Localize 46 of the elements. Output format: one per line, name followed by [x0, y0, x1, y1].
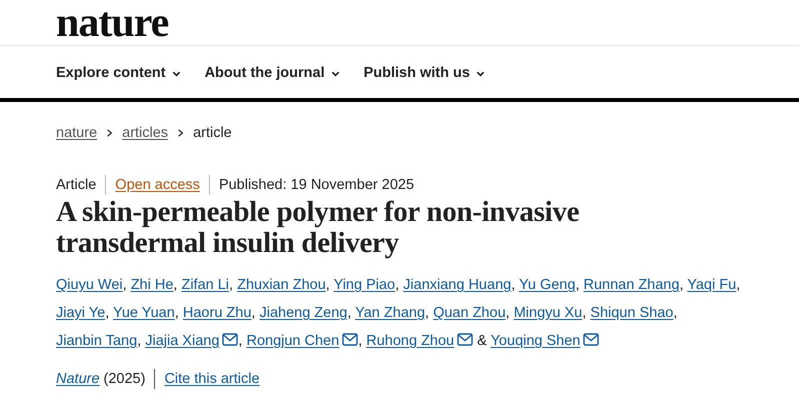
author-link[interactable]: Yue Yuan: [112, 305, 175, 321]
mail-icon[interactable]: [457, 333, 474, 346]
author-link[interactable]: Quan Zhou: [433, 305, 506, 321]
article-type: Article: [56, 176, 98, 195]
author-link[interactable]: Zifan Li: [181, 277, 230, 293]
nav-menu-item[interactable]: About the journal: [204, 62, 340, 84]
author-link[interactable]: Zhi He: [130, 277, 174, 293]
author-link[interactable]: Jianbin Tang: [56, 333, 138, 349]
author-list: Qiuyu Wei, Zhi He, Zifan Li, Zhuxian Zhou, Ying Piao, Jianxiang Huang, Yu Geng, Runnan Zhang, Yaqi Fu, Jiayi Ye, Yue Yuan, Haoru Zhu, Jiaheng Zeng, Yan Zhang, Quan Zhou, Mingyu Xu, Shiqun Shao, Jianbin Tang, Jiajia Xiang , Rongjun Chen , Ruhong Zhou & Youqing Shen: [56, 271, 743, 355]
chevron-down-icon: [330, 68, 340, 78]
author-link[interactable]: Mingyu Xu: [514, 305, 582, 321]
author-link[interactable]: Ying Piao: [334, 277, 396, 293]
author-link[interactable]: Shiqun Shao: [590, 305, 674, 321]
author-link[interactable]: Haoru Zhu: [182, 305, 252, 321]
author-link[interactable]: Yaqi Fu: [687, 277, 736, 293]
mail-icon[interactable]: [342, 333, 358, 346]
breadcrumb-link[interactable]: articles: [122, 125, 168, 141]
author-link[interactable]: Jianxiang Huang: [403, 277, 512, 293]
publication-date: Published: 19 November 2025: [208, 175, 424, 195]
chevron-down-icon: [172, 68, 181, 78]
site-logo[interactable]: nature: [56, 4, 168, 42]
author-link[interactable]: Rongjun Chen: [246, 333, 340, 349]
publication-year: (2025): [104, 370, 146, 389]
author-link[interactable]: Runnan Zhang: [584, 277, 680, 293]
author-link[interactable]: Yu Geng: [519, 277, 576, 293]
breadcrumb-link[interactable]: nature: [56, 125, 98, 141]
nav-menu-item[interactable]: Explore content: [56, 62, 181, 84]
author-link[interactable]: Yan Zhang: [355, 305, 426, 321]
chevron-right-icon: [105, 128, 114, 138]
author-link[interactable]: Qiuyu Wei: [56, 277, 123, 293]
author-link[interactable]: Jiayi Ye: [56, 305, 106, 321]
article-title: A skin-permeable polymer for non-invasive transdermal insulin delivery: [56, 197, 580, 259]
author-link[interactable]: Youqing Shen: [490, 333, 580, 349]
author-link[interactable]: Jiajia Xiang: [145, 333, 220, 349]
open-access-link[interactable]: Open access: [115, 177, 200, 193]
mail-icon[interactable]: [222, 333, 238, 346]
author-link[interactable]: Jiaheng Zeng: [259, 305, 348, 321]
author-link[interactable]: Zhuxian Zhou: [237, 277, 326, 293]
mail-icon[interactable]: [583, 333, 600, 346]
chevron-down-icon: [476, 68, 485, 78]
journal-link[interactable]: Nature: [56, 369, 100, 389]
chevron-right-icon: [176, 128, 186, 138]
cite-link[interactable]: Cite this article: [164, 369, 260, 389]
author-link[interactable]: Ruhong Zhou: [366, 333, 454, 349]
nav-menu-item[interactable]: Publish with us: [364, 62, 485, 84]
breadcrumb-current: article: [193, 125, 232, 141]
